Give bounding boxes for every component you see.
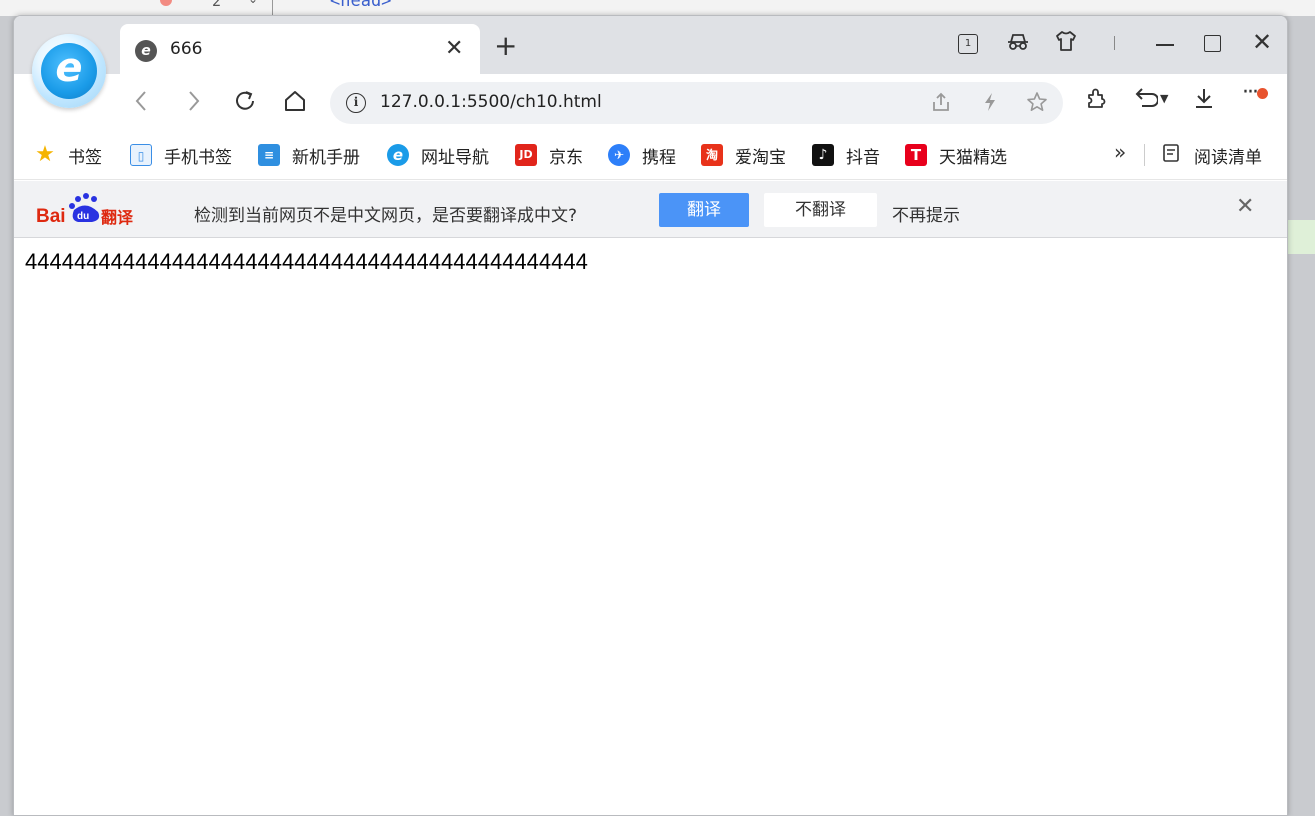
bookmark-item[interactable]: ▯ 手机书签 <box>130 142 232 168</box>
share-icon[interactable] <box>930 91 952 118</box>
new-tab-button[interactable]: + <box>494 32 517 60</box>
bookmark-label: 新机手册 <box>292 147 360 168</box>
dropdown-caret-icon[interactable]: ▼ <box>1160 92 1168 105</box>
bookmarks-bar: ★ 书签 ▯ 手机书签 ≡ 新机手册 e 网址导航 JD 京东 ✈ 携程 淘 爱… <box>14 130 1287 180</box>
translate-message: 检测到当前网页不是中文网页，是否要翻译成中文? <box>194 206 578 226</box>
close-translate-icon[interactable]: ✕ <box>1236 194 1254 219</box>
taobao-icon: 淘 <box>701 144 723 166</box>
manual-icon: ≡ <box>258 144 280 166</box>
bookmark-item[interactable]: 淘 爱淘宝 <box>701 142 786 168</box>
page-content: 4444444444444444444444444444444444444444… <box>14 238 1287 815</box>
browser-window: e 666 ✕ + 1 ✕ e i 127.0.0.1:5500/ch10.ht… <box>13 15 1288 816</box>
phone-icon: ▯ <box>130 144 152 166</box>
ctrip-icon: ✈ <box>608 144 630 166</box>
star-icon: ★ <box>35 142 55 167</box>
reload-button[interactable] <box>232 88 258 119</box>
bookmark-label: 天猫精选 <box>939 147 1007 168</box>
bookmark-label: 书签 <box>68 147 102 168</box>
maximize-icon[interactable] <box>1204 35 1221 52</box>
tab-favicon-icon: e <box>135 40 157 62</box>
url-text[interactable]: 127.0.0.1:5500/ch10.html <box>380 92 602 112</box>
bookmark-label: 网址导航 <box>421 147 489 168</box>
divider <box>272 0 273 16</box>
translate-bar: Bai du 翻译 检测到当前网页不是中文网页，是否要翻译成中文? 翻译 不翻译… <box>14 181 1287 238</box>
reading-list-label: 阅读清单 <box>1194 147 1262 168</box>
never-ask-link[interactable]: 不再提示 <box>892 201 960 226</box>
bookmark-item[interactable]: JD 京东 <box>515 142 583 168</box>
douyin-icon: ♪ <box>812 144 834 166</box>
reading-list-icon <box>1162 143 1180 167</box>
skin-shirt-icon[interactable] <box>1054 30 1078 57</box>
minimize-icon[interactable] <box>1156 44 1174 46</box>
bookmark-item[interactable]: ♪ 抖音 <box>812 142 880 168</box>
page-text: 4444444444444444444444444444444444444444… <box>25 249 588 274</box>
bookmark-label: 京东 <box>549 147 583 168</box>
site-info-icon[interactable]: i <box>346 93 366 113</box>
download-icon[interactable] <box>1192 86 1216 116</box>
divider <box>1144 144 1145 166</box>
translate-button[interactable]: 翻译 <box>659 193 749 227</box>
more-bookmarks-icon[interactable]: » <box>1114 140 1126 164</box>
svg-text:Bai: Bai <box>36 206 66 227</box>
bookmark-label: 手机书签 <box>164 147 232 168</box>
tab-count-icon[interactable]: 1 <box>958 34 978 54</box>
reading-list-button[interactable]: 阅读清单 <box>1162 142 1262 168</box>
lightning-icon[interactable] <box>980 91 1000 118</box>
chevron-down-icon: ⌄ <box>248 0 258 6</box>
bookmark-item[interactable]: ✈ 携程 <box>608 142 676 168</box>
bookmark-label: 抖音 <box>846 147 880 168</box>
bookmark-label: 携程 <box>642 147 676 168</box>
undo-icon[interactable] <box>1132 86 1159 114</box>
background-editor: 2 ⌄ <head> <box>0 0 1315 254</box>
bookmark-label: 爱淘宝 <box>735 147 786 168</box>
home-button[interactable] <box>282 88 308 119</box>
extensions-icon[interactable] <box>1084 86 1108 116</box>
notification-badge <box>1257 88 1268 99</box>
svg-text:du: du <box>77 211 89 222</box>
bookmark-item[interactable]: e 网址导航 <box>387 142 489 168</box>
line-number: 2 <box>212 0 222 10</box>
bookmark-item[interactable]: ★ 书签 <box>34 142 102 168</box>
back-button[interactable] <box>131 88 151 119</box>
browser-logo: e <box>32 34 106 108</box>
tmall-icon: T <box>905 144 927 166</box>
editor-highlight <box>1288 220 1315 254</box>
no-translate-button[interactable]: 不翻译 <box>764 193 877 227</box>
navigation-toolbar: i 127.0.0.1:5500/ch10.html ▼ ··· <box>14 74 1287 130</box>
breakpoint-dot <box>160 0 172 6</box>
code-line: <head> <box>330 0 392 11</box>
forward-button[interactable] <box>184 88 204 119</box>
svg-text:翻译: 翻译 <box>101 208 134 227</box>
baidu-translate-logo: Bai du 翻译 <box>36 190 146 230</box>
tab-strip: e 666 ✕ + 1 ✕ <box>14 16 1287 74</box>
bookmark-item[interactable]: T 天猫精选 <box>905 142 1007 168</box>
jd-icon: JD <box>515 144 537 166</box>
divider <box>1114 36 1115 50</box>
tab-title: 666 <box>170 39 203 59</box>
bookmark-star-icon[interactable] <box>1026 91 1048 118</box>
bookmark-item[interactable]: ≡ 新机手册 <box>258 142 360 168</box>
tab-active[interactable]: e 666 ✕ <box>120 24 480 74</box>
browser-e-icon: e <box>387 144 409 166</box>
incognito-icon[interactable] <box>1005 30 1031 57</box>
close-window-icon[interactable]: ✕ <box>1252 28 1272 56</box>
more-menu-icon[interactable]: ··· <box>1242 80 1259 105</box>
close-tab-icon[interactable]: ✕ <box>445 36 463 61</box>
address-bar[interactable]: i 127.0.0.1:5500/ch10.html <box>330 82 1063 124</box>
